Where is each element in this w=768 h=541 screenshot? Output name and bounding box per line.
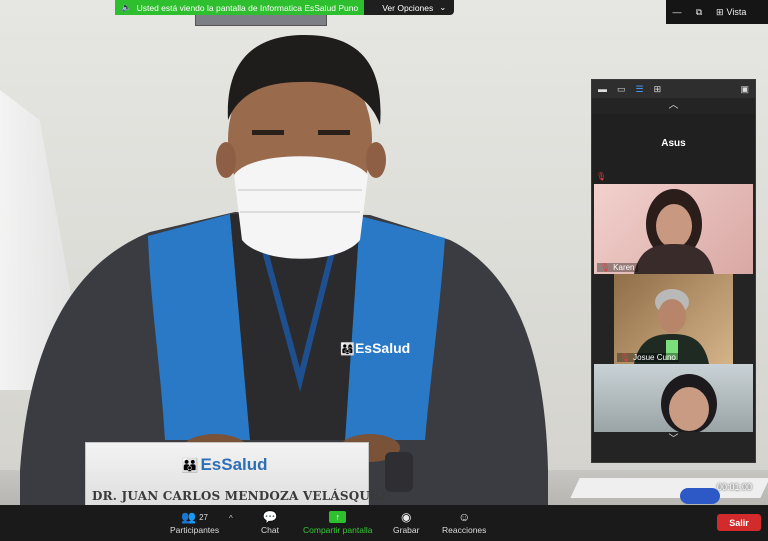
share-message-text: Usted está viendo la pantalla de Informa… — [136, 2, 359, 13]
grid-icon: ⊞ — [716, 6, 724, 17]
participants-label: Participantes — [170, 525, 220, 535]
speaker-person: 👨‍👩‍👧EsSalud — [0, 0, 600, 505]
participant-label: 🎙 Josue Cuno — [617, 353, 679, 362]
participants-gallery-panel: ▬ ▭ ☰ ⊞ ▣ ︿ Asus 🎙 🎙Karen 🎙Josue Cuno — [591, 79, 756, 463]
exit-panel-icon[interactable]: ▣ — [740, 84, 749, 95]
minimize-icon[interactable]: — — [666, 7, 688, 17]
participant-name: Karen — [613, 263, 635, 272]
reactions-button[interactable]: ☺ Reacciones — [442, 509, 486, 535]
record-icon: ◉ — [400, 510, 412, 524]
screen-share-banner: 🔈 Usted está viendo la pantalla de Infor… — [115, 0, 455, 15]
window-controls: — ⧉ ⊞ Vista — [666, 0, 768, 24]
nameplate: 👪 EsSalud DR. JUAN CARLOS MENDOZA VELÁSQU… — [85, 442, 388, 505]
meeting-toolbar: 👥 27 Participantes ^ 💬 Chat ↑ Compartir p… — [0, 505, 768, 541]
self-name: Asus — [661, 138, 686, 149]
view-options-button[interactable]: Ver Opciones ⌄ — [364, 0, 455, 15]
chevron-down-icon: ⌄ — [439, 2, 447, 12]
desk-mouse — [680, 488, 720, 504]
gallery-toolbar: ▬ ▭ ☰ ⊞ ▣ — [592, 80, 755, 98]
gallery-grid-icon[interactable]: ⊞ — [654, 84, 662, 95]
participant-tile — [594, 364, 753, 432]
participants-button[interactable]: 👥 27 Participantes — [170, 509, 219, 535]
share-screen-button[interactable]: ↑ Compartir pantalla — [303, 509, 372, 535]
view-options-label: Ver Opciones — [382, 2, 434, 13]
mic-muted-icon: 🎙 — [600, 263, 611, 272]
participant-label: 🎙 Karen — [597, 263, 638, 272]
participant-name: Josue Cuno — [633, 353, 676, 362]
self-tile: Asus 🎙 — [592, 114, 755, 184]
participants-icon: 👥 — [181, 510, 197, 524]
vest-essalud-badge: 👨‍👩‍👧EsSalud — [340, 340, 411, 356]
participants-count: 27 — [199, 512, 208, 522]
share-screen-icon: ↑ — [329, 511, 347, 523]
mic-muted-icon: 🎙 — [620, 353, 631, 362]
view-button[interactable]: ⊞ Vista — [716, 7, 746, 18]
record-button[interactable]: ◉ Grabar — [393, 509, 419, 535]
nameplate-logo: 👪 EsSalud — [181, 455, 268, 474]
chat-label: Chat — [261, 525, 279, 535]
reactions-icon: ☺ — [458, 510, 471, 524]
participants-caret-icon[interactable]: ^ — [229, 514, 233, 523]
minimize-panel-icon[interactable]: ▬ — [598, 84, 607, 94]
record-label: Grabar — [393, 525, 420, 535]
mic-muted-icon: 🎙 — [596, 172, 607, 181]
speaker-view-icon[interactable]: ▭ — [617, 84, 626, 95]
chevron-down-icon[interactable]: ﹀ — [592, 432, 755, 448]
participant-tile: 🎙 Josue Cuno — [614, 274, 733, 364]
restore-icon[interactable]: ⧉ — [688, 7, 710, 18]
share-message: 🔈 Usted está viendo la pantalla de Infor… — [115, 0, 365, 15]
share-screen-label: Compartir pantalla — [303, 525, 373, 535]
view-label: Vista — [726, 7, 747, 17]
participant-tile: 🎙 Karen — [594, 184, 753, 274]
strip-view-icon[interactable]: ☰ — [636, 84, 644, 95]
chat-button[interactable]: 💬 Chat — [261, 509, 279, 535]
chat-icon: 💬 — [262, 510, 278, 524]
reactions-label: Reacciones — [442, 525, 487, 535]
leave-button[interactable]: Salir — [717, 514, 761, 531]
elapsed-timer: 00:01:00 — [717, 482, 753, 492]
chevron-up-icon[interactable]: ︿ — [592, 98, 755, 114]
nameplate-name: DR. JUAN CARLOS MENDOZA VELÁSQUEZ — [92, 489, 389, 503]
speaker-icon: 🔈 — [121, 2, 132, 12]
